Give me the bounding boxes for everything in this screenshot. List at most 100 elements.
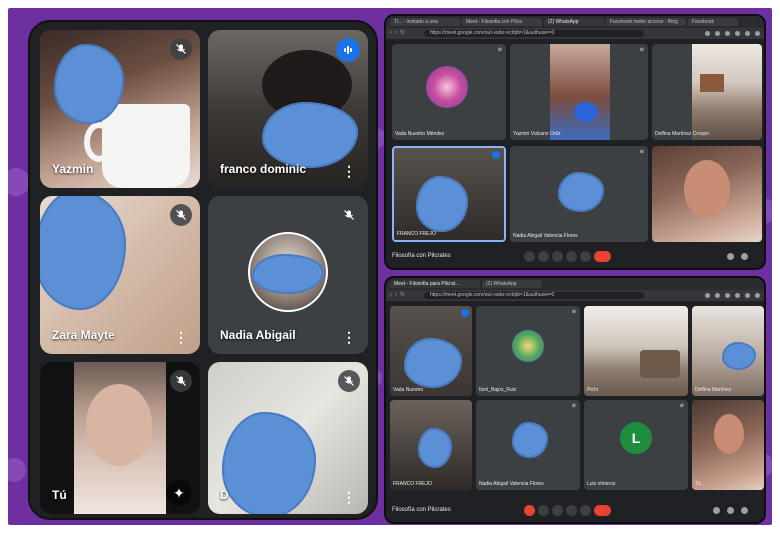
participant-label: FRANCO FREJO bbox=[397, 231, 436, 237]
meet-tile-self[interactable]: Tú bbox=[692, 400, 764, 490]
meet-tile[interactable]: FRANCO FREJO bbox=[390, 400, 472, 490]
more-options-button[interactable] bbox=[580, 505, 591, 516]
video-feed bbox=[692, 44, 762, 140]
face-shape bbox=[714, 414, 744, 454]
more-options-icon[interactable]: ⋮ bbox=[174, 164, 188, 178]
browser-tab[interactable]: Facebook bbox=[688, 18, 738, 26]
meet-tile[interactable]: ⊘ Nadia Abigail Valencia Flores bbox=[510, 146, 648, 242]
mic-off-icon: ⊘ bbox=[571, 403, 576, 409]
chat-icon[interactable] bbox=[741, 507, 748, 514]
meet-tile[interactable]: ⊘ Vada Nuestro Méndez bbox=[392, 44, 506, 140]
decorative-flower bbox=[8, 458, 26, 482]
more-options-icon[interactable]: ⋮ bbox=[174, 330, 188, 344]
meet-tile-active[interactable]: FRANCO FREJO bbox=[392, 146, 506, 242]
participant-tile-self[interactable]: Tú ✦ bbox=[40, 362, 200, 514]
participant-tile[interactable]: Zara Mayte ⋮ bbox=[40, 196, 200, 354]
people-icon[interactable] bbox=[727, 507, 734, 514]
url-input[interactable]: https://meet.google.com/out-vwbz-nct/pb=… bbox=[424, 292, 644, 299]
mic-off-icon bbox=[170, 370, 192, 392]
mic-off-icon: ⊘ bbox=[679, 403, 684, 409]
present-button[interactable] bbox=[566, 251, 577, 262]
extension-icons[interactable] bbox=[705, 293, 760, 298]
participant-tile[interactable]: franco dominic ⋮ bbox=[208, 30, 368, 188]
more-options-icon[interactable]: ⋮ bbox=[342, 330, 356, 344]
browser-tab-active[interactable]: (2) WhatsApp bbox=[544, 18, 604, 26]
speaking-indicator-icon bbox=[336, 38, 360, 62]
mic-off-icon: ⊘ bbox=[753, 47, 758, 53]
browser-tab[interactable]: Facebook meter acceso · Bing bbox=[606, 18, 686, 26]
meet-control-bar: Filosofía con Pilcrates bbox=[386, 246, 764, 268]
meet-tile[interactable]: Vada Nuestro bbox=[390, 306, 472, 396]
mic-off-icon: ⊘ bbox=[679, 309, 684, 315]
participant-label: Nadia Abigail Valencia Flores bbox=[479, 481, 544, 487]
mug-handle bbox=[84, 122, 114, 162]
meet-tile[interactable]: ⊘ Yazmin Vulcano Ortiz bbox=[510, 44, 648, 140]
participant-avatar bbox=[426, 66, 468, 108]
speaking-indicator-icon bbox=[492, 151, 500, 159]
cabinet-shape bbox=[700, 74, 724, 92]
end-call-button[interactable] bbox=[594, 505, 611, 516]
address-bar-row: ‹›↻ https://meet.google.com/out-vwbz-nct… bbox=[386, 28, 764, 39]
browser-tab[interactable]: Ti... · invitado a una bbox=[390, 18, 460, 26]
browser-tab-active[interactable]: Meet - Filosofía para Pilcrat... bbox=[390, 280, 480, 288]
info-icon[interactable] bbox=[713, 507, 720, 514]
mic-off-icon: ⊘ bbox=[639, 149, 644, 155]
video-feed bbox=[550, 44, 610, 140]
browser-tab-bar: Meet - Filosofía para Pilcrat... (2) Wha… bbox=[386, 278, 764, 290]
more-options-icon[interactable]: ⋮ bbox=[342, 490, 356, 504]
participant-name: Yazmin bbox=[52, 162, 94, 176]
url-input[interactable]: https://meet.google.com/out-vwbz-nct/pb=… bbox=[424, 30, 644, 37]
more-options-button[interactable] bbox=[580, 251, 591, 262]
participant-label: Delfina Martínez bbox=[695, 387, 732, 393]
meeting-name: Filosofía con Pilcrates bbox=[392, 253, 451, 259]
participant-tile[interactable]: Yazmin ⋮ bbox=[40, 30, 200, 188]
mic-off-icon bbox=[170, 38, 192, 60]
meet-tile[interactable]: ⊘ Itzel_Bajos_Ruiz bbox=[476, 306, 580, 396]
browser-window-top: Ti... · invitado a una Meet - Filosofia … bbox=[384, 14, 766, 270]
participant-label: Tú bbox=[695, 481, 701, 487]
participant-label: Delfina Martínez Crespo bbox=[655, 131, 709, 137]
participant-avatar bbox=[512, 330, 544, 362]
participant-name: D bbox=[220, 488, 229, 502]
present-button[interactable] bbox=[566, 505, 577, 516]
meet-tile[interactable]: L ⊘ Luis olmeros bbox=[584, 400, 688, 490]
nav-buttons-icon[interactable]: ‹›↻ bbox=[390, 292, 408, 299]
mic-off-button[interactable] bbox=[524, 505, 535, 516]
participant-name: Zara Mayte bbox=[52, 328, 115, 342]
end-call-button[interactable] bbox=[594, 251, 611, 262]
participant-label: Itzel_Bajos_Ruiz bbox=[479, 387, 517, 393]
privacy-blur bbox=[512, 422, 548, 458]
nav-buttons-icon[interactable]: ‹›↻ bbox=[390, 30, 408, 37]
more-options-icon[interactable]: ⋮ bbox=[342, 164, 356, 178]
effects-sparkle-icon[interactable]: ✦ bbox=[166, 480, 192, 506]
initial-avatar: L bbox=[620, 422, 652, 454]
mic-off-icon bbox=[338, 370, 360, 392]
browser-tab[interactable]: Meet - Filosofia con Pilca bbox=[462, 18, 542, 26]
meet-tile[interactable]: ⊘ Nadia Abigail Valencia Flores bbox=[476, 400, 580, 490]
face-shape bbox=[86, 384, 152, 466]
people-icon[interactable] bbox=[741, 253, 748, 260]
privacy-blur bbox=[558, 172, 604, 212]
mic-button[interactable] bbox=[524, 251, 535, 262]
captions-button[interactable] bbox=[552, 505, 563, 516]
participant-label: Yazmin Vulcano Ortiz bbox=[513, 131, 561, 137]
meet-tile[interactable] bbox=[652, 146, 762, 242]
mic-off-icon: ⊘ bbox=[755, 309, 760, 315]
participant-tile[interactable]: D ⋮ bbox=[208, 362, 368, 514]
participant-tile[interactable]: Nadia Abigail ⋮ bbox=[208, 196, 368, 354]
participant-label: FRANCO FREJO bbox=[393, 481, 432, 487]
mic-off-icon bbox=[338, 204, 360, 226]
extension-icons[interactable] bbox=[705, 31, 760, 36]
meet-control-bar: Filosofía con Pilcrates bbox=[386, 500, 764, 522]
speaking-indicator-icon bbox=[461, 309, 469, 317]
camera-button[interactable] bbox=[538, 505, 549, 516]
camera-button[interactable] bbox=[538, 251, 549, 262]
browser-tab[interactable]: (2) WhatsApp bbox=[482, 280, 542, 288]
meet-tile[interactable]: ⊘ Delfina Martínez bbox=[692, 306, 764, 396]
meet-tile[interactable]: ⊘ Pichi bbox=[584, 306, 688, 396]
participant-name: Nadia Abigail bbox=[220, 328, 296, 342]
meet-tile[interactable]: ⊘ Delfina Martínez Crespo bbox=[652, 44, 762, 140]
info-icon[interactable] bbox=[727, 253, 734, 260]
mic-off-icon: ⊘ bbox=[497, 47, 502, 53]
captions-button[interactable] bbox=[552, 251, 563, 262]
